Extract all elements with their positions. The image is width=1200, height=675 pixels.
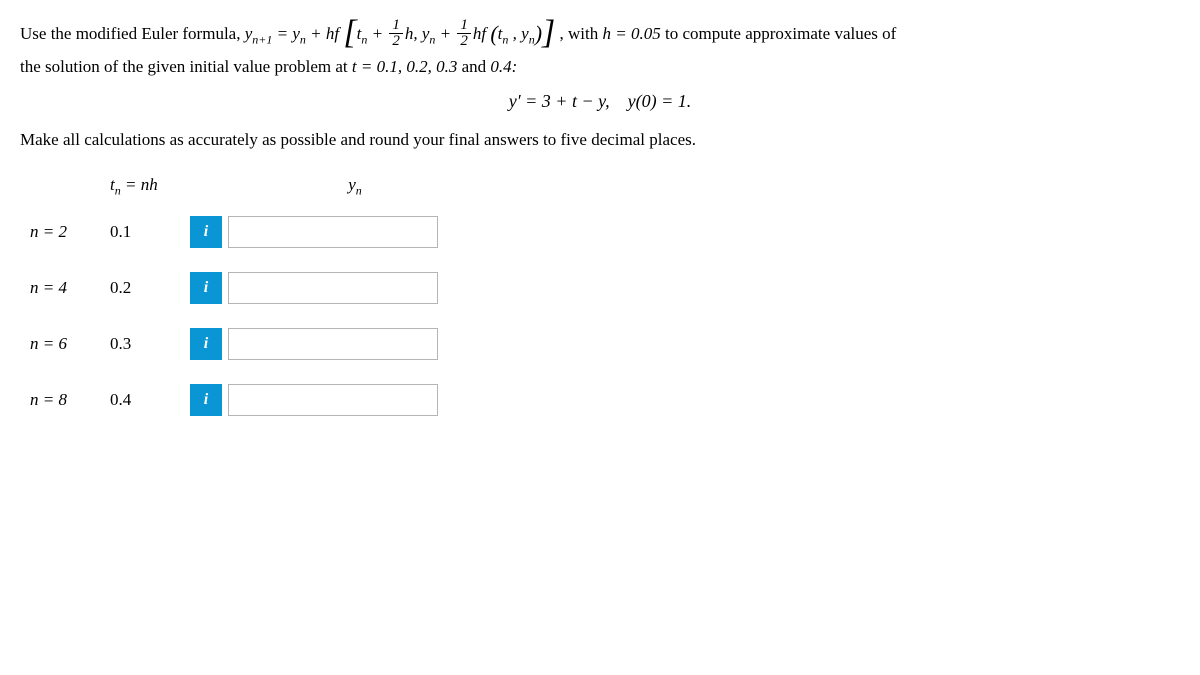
intro-end: to compute approximate values of <box>665 24 896 43</box>
line2-and: and <box>462 57 491 76</box>
t-value: 0.2 <box>110 278 190 298</box>
n-label: n = 4 <box>30 278 110 298</box>
answer-input[interactable] <box>228 328 438 360</box>
euler-formula: yn+1 = yn + hf [tn + 12h, yn + 12hf (tn … <box>245 24 560 43</box>
info-icon[interactable]: i <box>190 384 222 416</box>
n-label: n = 2 <box>30 222 110 242</box>
table-row: n = 6 0.3 i <box>30 328 1180 360</box>
t-value: 0.3 <box>110 334 190 354</box>
answer-input[interactable] <box>228 272 438 304</box>
t-value: 0.4 <box>110 390 190 410</box>
answer-table: tn = nh yn n = 2 0.1 i n = 4 0.2 i n = 6… <box>30 175 1180 416</box>
answer-input[interactable] <box>228 216 438 248</box>
problem-statement-line2: the solution of the given initial value … <box>20 51 1180 83</box>
n-label: n = 8 <box>30 390 110 410</box>
instruction-text: Make all calculations as accurately as p… <box>20 124 1180 156</box>
h-value: h = 0.05 <box>602 24 660 43</box>
t-values: t = 0.1, 0.2, 0.3 <box>352 57 457 76</box>
answer-input[interactable] <box>228 384 438 416</box>
n-label: n = 6 <box>30 334 110 354</box>
last-t: 0.4: <box>490 57 517 76</box>
ode-equation: y′ = 3 + t − y, y(0) = 1. <box>20 91 1180 112</box>
problem-statement-line1: Use the modified Euler formula, yn+1 = y… <box>20 18 1180 51</box>
line2-pre: the solution of the given initial value … <box>20 57 352 76</box>
table-header-row: tn = nh yn <box>30 175 1180 198</box>
t-value: 0.1 <box>110 222 190 242</box>
intro-post: , with <box>560 24 603 43</box>
table-row: n = 8 0.4 i <box>30 384 1180 416</box>
intro-text: Use the modified Euler formula, <box>20 24 245 43</box>
header-tn: tn = nh <box>30 175 190 198</box>
table-row: n = 4 0.2 i <box>30 272 1180 304</box>
header-yn: yn <box>190 175 450 198</box>
info-icon[interactable]: i <box>190 216 222 248</box>
info-icon[interactable]: i <box>190 328 222 360</box>
table-row: n = 2 0.1 i <box>30 216 1180 248</box>
info-icon[interactable]: i <box>190 272 222 304</box>
